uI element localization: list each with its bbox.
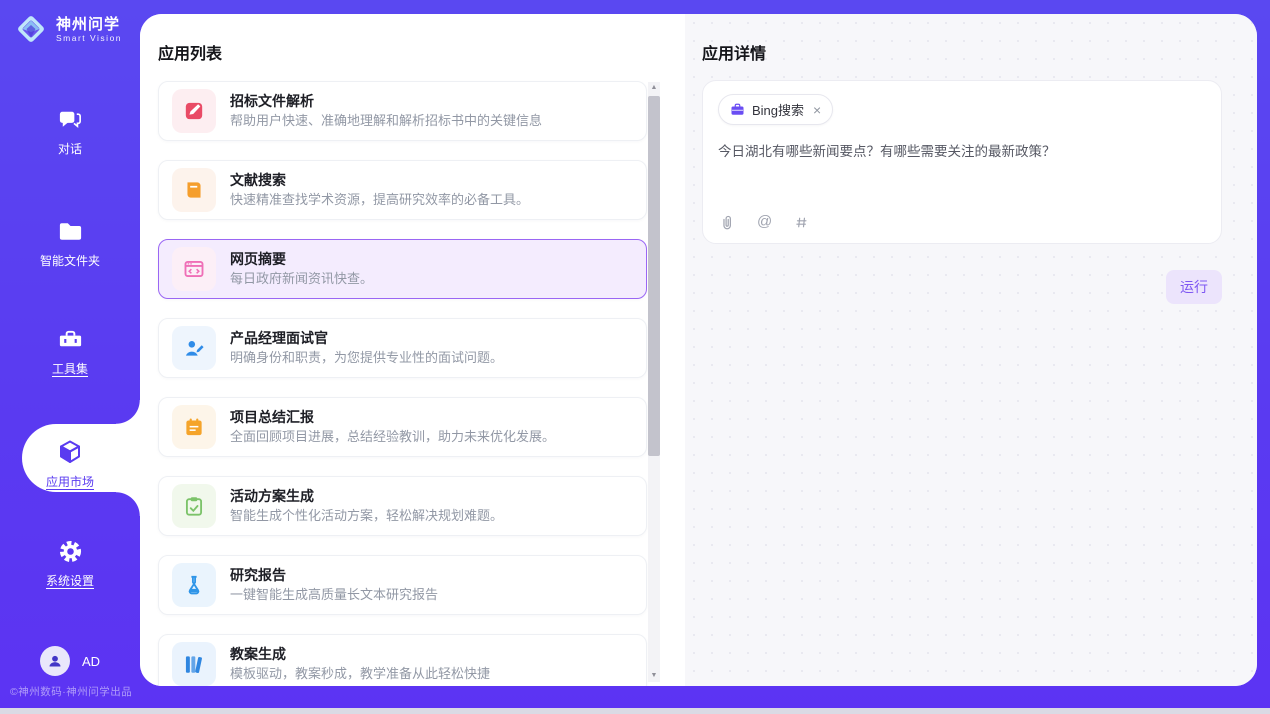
app-desc: 全面回顾项目进展，总结经验教训，助力未来优化发展。 [230,429,555,445]
doc-edit-icon [172,89,216,133]
sidebar-item-4[interactable]: 应用市场 [0,438,140,490]
query-input[interactable]: 今日湖北有哪些新闻要点？有哪些需要关注的最新政策？ [718,142,1206,213]
books-icon [172,642,216,686]
app-desc: 明确身份和职责，为您提供专业性的面试问题。 [230,350,503,366]
scrollbar-down-icon[interactable]: ▼ [648,670,660,682]
app-name: 活动方案生成 [230,488,503,505]
sidebar-item-label: 应用市场 [46,473,94,490]
app-detail-panel: 应用详情 Bing搜索 × 今日湖北有哪些新闻要点？有哪些需要关注的最新政策？ … [685,14,1257,686]
app-desc: 模板驱动，教案秒成，教学准备从此轻松快捷 [230,666,490,682]
app-desc: 智能生成个性化活动方案，轻松解决规划难题。 [230,508,503,524]
browser-icon [172,247,216,291]
app-card-list: 招标文件解析帮助用户快速、准确地理解和解析招标书中的关键信息文献搜索快速精准查找… [158,81,647,686]
app-desc: 帮助用户快速、准确地理解和解析招标书中的关键信息 [230,113,542,129]
folder-icon [57,218,84,245]
chat-icon [57,106,84,133]
brand-name: 神州问学 [56,16,122,33]
interviewer-icon [172,326,216,370]
app-card[interactable]: 产品经理面试官明确身份和职责，为您提供专业性的面试问题。 [158,318,647,378]
sidebar-item-label: 对话 [58,140,82,157]
research-icon [172,563,216,607]
window-bottom-strip [0,708,1270,714]
app-desc: 快速精准查找学术资源，提高研究效率的必备工具。 [230,192,529,208]
tool-tag-bing[interactable]: Bing搜索 × [718,94,833,125]
app-name: 文献搜索 [230,172,529,189]
app-name: 网页摘要 [230,251,373,268]
hash-icon[interactable] [793,214,810,231]
sidebar-item-label: 系统设置 [46,572,94,589]
app-card[interactable]: 活动方案生成智能生成个性化活动方案，轻松解决规划难题。 [158,476,647,536]
app-desc: 每日政府新闻资讯快查。 [230,271,373,287]
clipboard-icon [172,484,216,528]
app-name: 研究报告 [230,567,438,584]
user-initials: AD [82,654,100,669]
app-card[interactable]: 教案生成模板驱动，教案秒成，教学准备从此轻松快捷 [158,634,647,686]
cube-icon [56,438,84,466]
at-icon[interactable]: @ [757,213,772,231]
book-icon [172,168,216,212]
input-toolbar: @ [718,213,1206,231]
copyright-footer: ©神州数码·神州问学出品 [10,684,132,699]
bubble-notch-top [116,400,140,424]
app-card[interactable]: 文献搜索快速精准查找学术资源，提高研究效率的必备工具。 [158,160,647,220]
avatar[interactable] [40,646,70,676]
sidebar-item-3[interactable]: 工具集 [0,326,140,377]
user-row[interactable]: AD [0,646,140,676]
app-name: 产品经理面试官 [230,330,503,347]
app-name: 项目总结汇报 [230,409,555,426]
brand-gem-icon [14,12,48,46]
sidebar-item-5[interactable]: 系统设置 [0,538,140,589]
note-icon [172,405,216,449]
sidebar-item-label: 智能文件夹 [40,252,100,269]
app-detail-title: 应用详情 [702,40,1222,64]
app-card[interactable]: 研究报告一键智能生成高质量长文本研究报告 [158,555,647,615]
scrollbar-up-icon[interactable]: ▲ [648,82,660,94]
brand-tagline: Smart Vision [56,33,122,43]
sidebar-item-label: 工具集 [52,360,88,377]
app-desc: 一键智能生成高质量长文本研究报告 [230,587,438,603]
sidebar: 神州问学 Smart Vision 对话智能文件夹工具集应用市场系统设置 AD [0,0,140,708]
prompt-card: Bing搜索 × 今日湖北有哪些新闻要点？有哪些需要关注的最新政策？ @ [702,80,1222,244]
app-card[interactable]: 网页摘要每日政府新闻资讯快查。 [158,239,647,299]
run-button[interactable]: 运行 [1166,270,1222,304]
toolbox-icon [57,326,84,353]
sidebar-item-2[interactable]: 智能文件夹 [0,218,140,269]
run-row: 运行 [702,270,1222,304]
bubble-notch-bottom [116,492,140,516]
sidebar-item-1[interactable]: 对话 [0,106,140,157]
scrollbar-thumb[interactable] [648,96,660,456]
main-panel: 应用列表 招标文件解析帮助用户快速、准确地理解和解析招标书中的关键信息文献搜索快… [140,14,1257,686]
app-name: 教案生成 [230,646,490,663]
paperclip-icon[interactable] [718,213,736,231]
gear-icon [57,538,84,565]
scrollbar[interactable]: ▲ ▼ [648,82,660,682]
tag-close-icon[interactable]: × [813,104,821,116]
app-list-title: 应用列表 [158,40,685,64]
app-name: 招标文件解析 [230,93,542,110]
brand-logo: 神州问学 Smart Vision [14,12,122,46]
briefcase-icon [730,102,745,117]
app-card[interactable]: 招标文件解析帮助用户快速、准确地理解和解析招标书中的关键信息 [158,81,647,141]
app-card[interactable]: 项目总结汇报全面回顾项目进展，总结经验教训，助力未来优化发展。 [158,397,647,457]
app-list-panel: 应用列表 招标文件解析帮助用户快速、准确地理解和解析招标书中的关键信息文献搜索快… [140,14,685,686]
tool-tag-label: Bing搜索 [752,100,804,119]
